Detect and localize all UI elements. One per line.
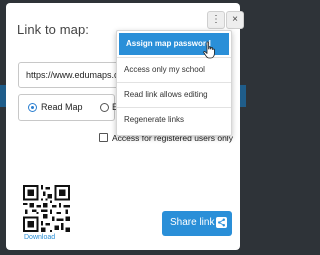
menu-item-read-link-editing[interactable]: Read link allows editing — [117, 83, 231, 107]
registered-only-checkbox[interactable] — [99, 133, 108, 142]
share-link-label: Share link — [170, 217, 215, 228]
menu-item-access-school[interactable]: Access only my school — [117, 58, 231, 82]
close-icon: × — [232, 14, 238, 25]
menu-item-regenerate-links[interactable]: Regenerate links — [117, 108, 231, 132]
dialog-title: Link to map: — [17, 22, 90, 37]
close-button[interactable]: × — [226, 11, 244, 29]
share-icon — [216, 217, 227, 228]
more-vertical-icon: ⋮ — [211, 14, 221, 25]
read-map-radio[interactable] — [28, 103, 37, 112]
hand-cursor-icon — [203, 41, 215, 59]
more-options-button[interactable]: ⋮ — [207, 11, 225, 29]
read-map-label: Read Map — [41, 102, 83, 112]
qr-code-icon — [23, 185, 70, 232]
download-link[interactable]: Download — [24, 234, 55, 241]
access-mode-group: Read Map E — [18, 94, 118, 121]
link-to-map-dialog: Link to map: ⋮ × nk https://www.edumaps.… — [6, 3, 244, 250]
share-link-button[interactable]: Share link — [162, 211, 232, 236]
edit-map-radio[interactable] — [100, 103, 109, 112]
